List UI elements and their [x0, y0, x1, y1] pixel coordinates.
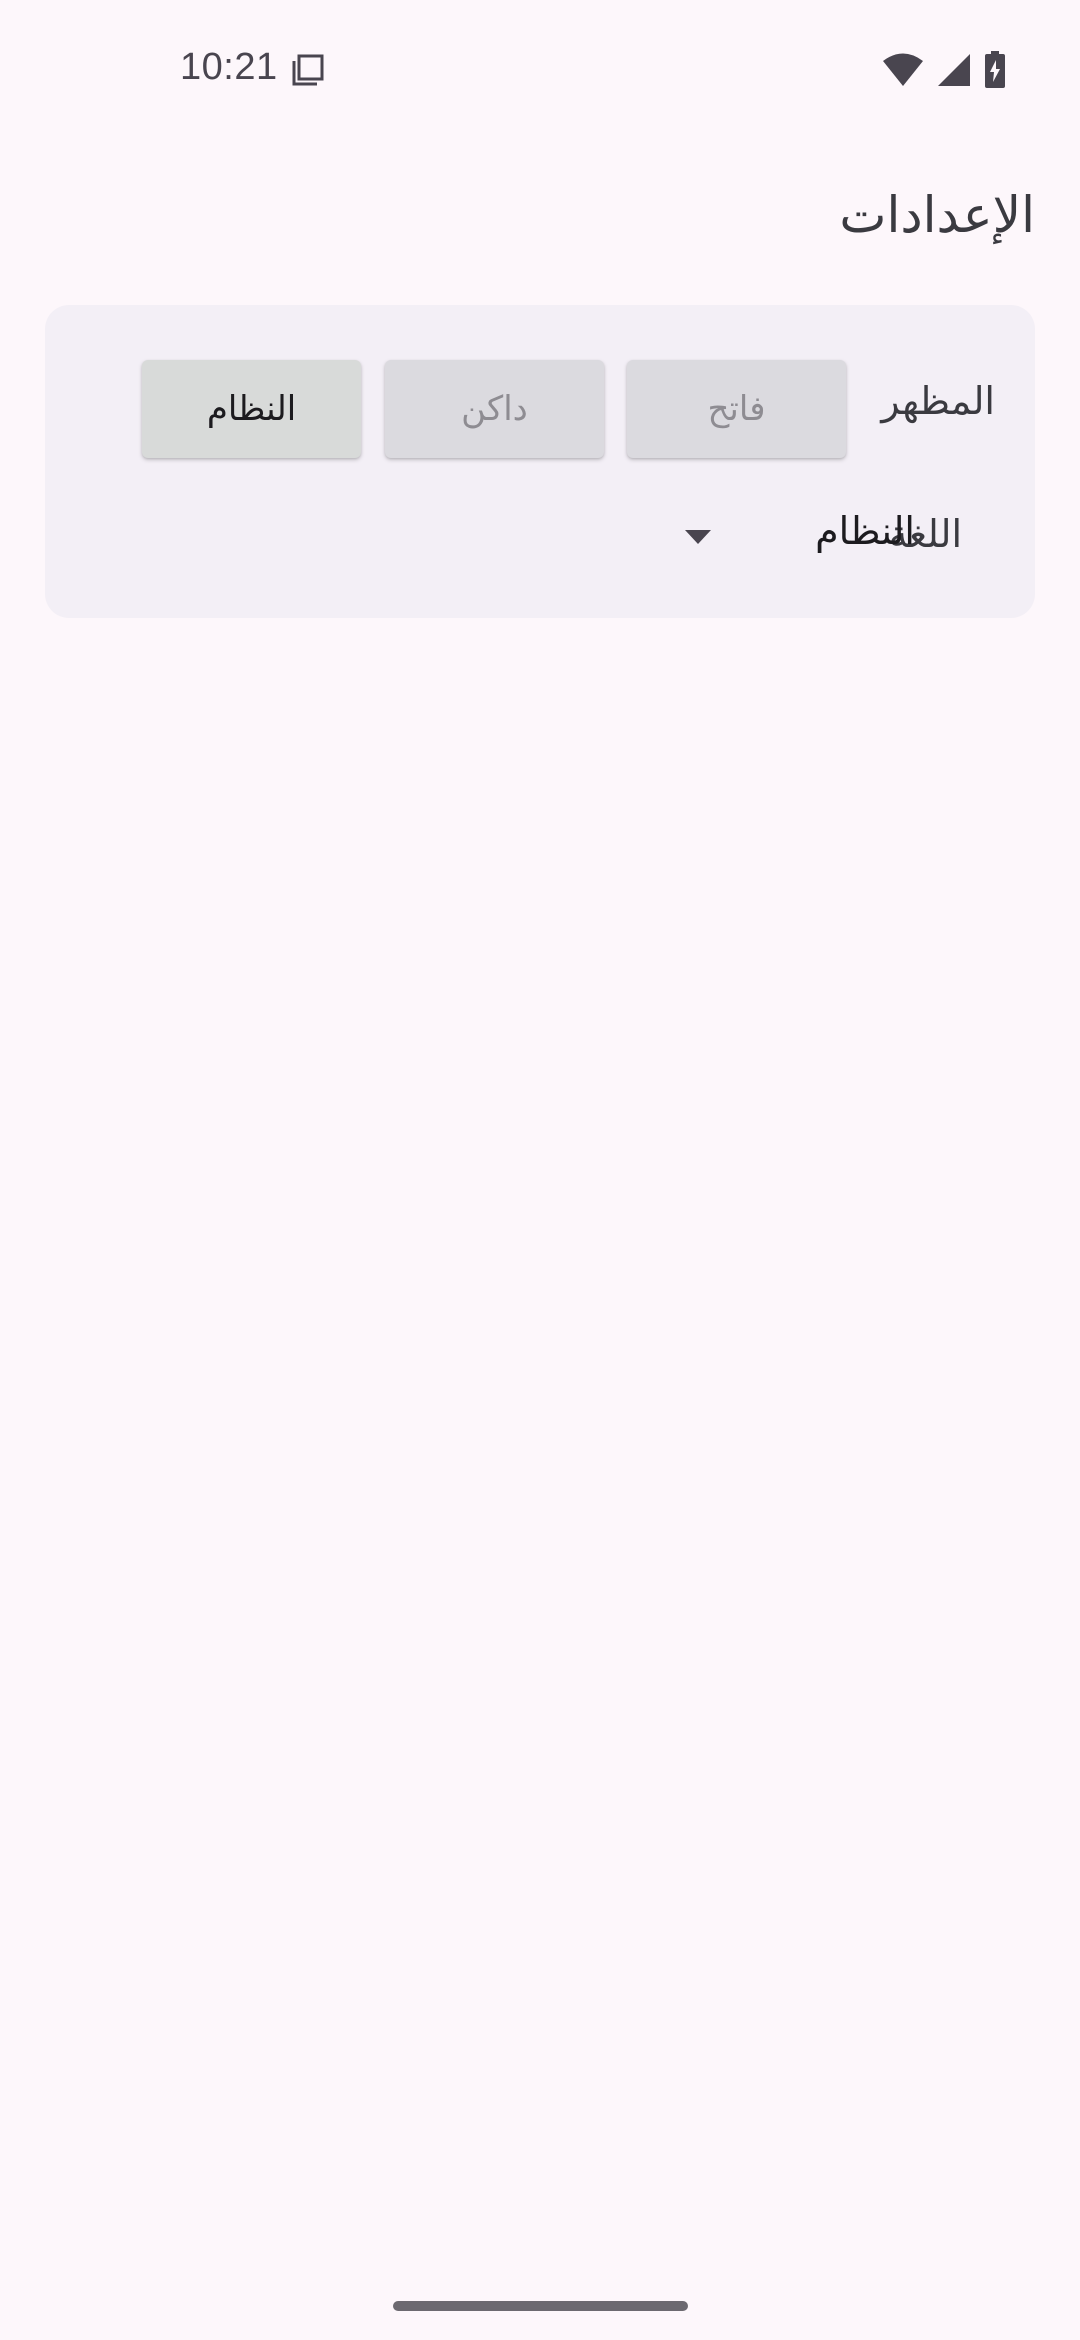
- wifi-icon: [882, 52, 924, 88]
- battery-charging-icon: [984, 51, 1006, 89]
- arrow-drop-down-icon[interactable]: [683, 527, 713, 547]
- theme-system-button[interactable]: النظام: [142, 360, 361, 458]
- status-icons: [882, 50, 1006, 90]
- language-dropdown[interactable]: النظام: [625, 497, 915, 577]
- language-selected-value: النظام: [815, 509, 915, 553]
- status-bar: 10:21: [0, 0, 1080, 140]
- appearance-label: المظهر: [881, 379, 995, 423]
- page-title: الإعدادات: [839, 186, 1035, 244]
- theme-dark-button[interactable]: داكن: [385, 360, 604, 458]
- theme-light-button[interactable]: فاتح: [627, 360, 846, 458]
- screenshot-notification-icon: [290, 52, 326, 88]
- settings-card: المظهر فاتح داكن النظام اللغة النظام: [45, 305, 1035, 618]
- cellular-signal-icon: [936, 52, 972, 88]
- status-time: 10:21: [180, 46, 278, 88]
- gesture-nav-handle[interactable]: [393, 2301, 688, 2311]
